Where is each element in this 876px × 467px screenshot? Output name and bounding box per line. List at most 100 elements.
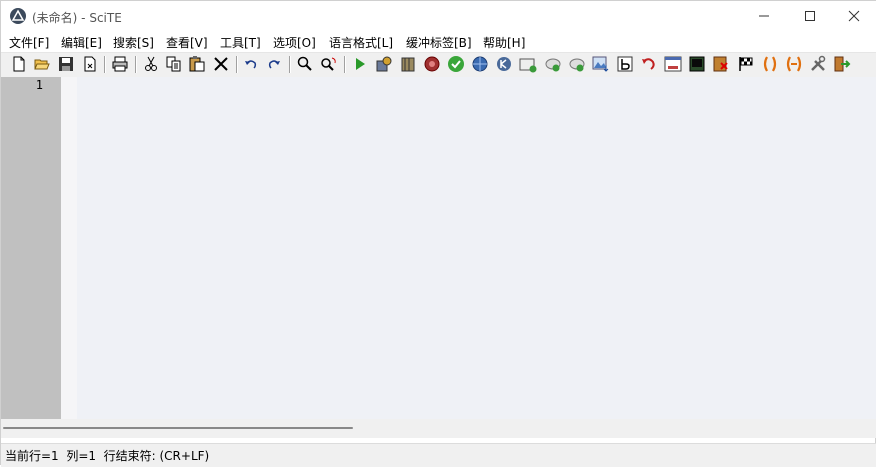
add-window-icon: [519, 58, 537, 73]
maximize-icon: [805, 11, 815, 21]
run-button[interactable]: [351, 55, 369, 73]
close-red-icon: [713, 56, 728, 72]
run-icon: [356, 58, 365, 70]
bold-b-button[interactable]: [616, 55, 634, 73]
image-down-icon: [592, 56, 609, 72]
title-bar[interactable]: (未命名) - SciTE: [1, 1, 876, 31]
stop-button[interactable]: [423, 55, 441, 73]
close-button[interactable]: [831, 1, 876, 31]
cut-icon: [145, 56, 157, 71]
menu-tools[interactable]: 工具[T]: [220, 34, 261, 51]
close-icon: [848, 10, 860, 22]
menu-options[interactable]: 选项[O]: [273, 34, 316, 51]
menu-help[interactable]: 帮助[H]: [483, 34, 525, 51]
copy-icon: [166, 56, 181, 72]
add-cloud2-button[interactable]: [568, 55, 586, 73]
undo-icon: [245, 60, 257, 69]
minimize-button[interactable]: [741, 1, 787, 31]
flag-icon: [739, 57, 753, 71]
close-red-button[interactable]: [712, 55, 730, 73]
replace-icon: [321, 57, 336, 71]
exit-button[interactable]: [833, 55, 851, 73]
redo-button[interactable]: [265, 55, 283, 73]
save-button[interactable]: [57, 55, 75, 73]
tools-button[interactable]: [809, 55, 827, 73]
tools-icon: [811, 55, 826, 71]
menu-view[interactable]: 查看[V]: [166, 34, 208, 51]
paren-button[interactable]: [761, 55, 779, 73]
open-button[interactable]: [33, 55, 51, 73]
toolbar-separator: [289, 56, 291, 73]
paste-icon: [189, 56, 205, 72]
revert-icon: [642, 58, 655, 70]
horizontal-scrollbar[interactable]: [1, 419, 876, 438]
terminal-button[interactable]: [688, 55, 706, 73]
find-icon: [297, 56, 312, 71]
globe-button[interactable]: [471, 55, 489, 73]
toolbar-separator: [344, 56, 346, 73]
window-title: (未命名) - SciTE: [32, 11, 122, 25]
k-button[interactable]: [495, 55, 513, 73]
close-file-button[interactable]: [81, 55, 99, 73]
add-cloud-icon: [545, 58, 561, 72]
menu-file[interactable]: 文件[F]: [9, 34, 49, 51]
add-cloud2-icon: [569, 58, 585, 72]
delete-button[interactable]: [212, 55, 230, 73]
compile-icon: [376, 56, 392, 72]
exit-icon: [834, 56, 851, 72]
menu-edit[interactable]: 编辑[E]: [61, 34, 102, 51]
print-button[interactable]: [111, 55, 129, 73]
add-window-button[interactable]: [519, 55, 537, 73]
save-icon: [59, 57, 73, 71]
paren-icon: [763, 56, 777, 72]
minimize-icon: [759, 15, 769, 17]
paste-button[interactable]: [188, 55, 206, 73]
window-button[interactable]: [664, 55, 682, 73]
paren-minus-button[interactable]: [785, 55, 803, 73]
undo-button[interactable]: [242, 55, 260, 73]
status-text: 当前行=1 列=1 行结束符: (CR+LF): [5, 449, 210, 463]
scite-window: (未命名) - SciTE 文件[F] 编辑[E] 搜索[S] 查看[V] 工具…: [0, 0, 876, 467]
cut-button[interactable]: [142, 55, 160, 73]
window-icon: [664, 56, 682, 72]
menu-bar: 文件[F] 编辑[E] 搜索[S] 查看[V] 工具[T] 选项[O] 语言格式…: [1, 31, 876, 53]
fold-margin[interactable]: [61, 77, 77, 419]
paren-minus-icon: [786, 56, 802, 72]
bold-b-icon: [617, 56, 633, 72]
scrollbar-thumb[interactable]: [3, 427, 353, 429]
new-file-button[interactable]: [10, 55, 28, 73]
build-icon: [401, 57, 415, 72]
delete-icon: [214, 57, 228, 71]
revert-button[interactable]: [640, 55, 658, 73]
menu-language[interactable]: 语言格式[L]: [329, 34, 393, 51]
build-button[interactable]: [399, 55, 417, 73]
image-down-button[interactable]: [592, 55, 610, 73]
redo-icon: [268, 60, 280, 69]
check-icon: [448, 56, 464, 72]
toolbar-separator: [104, 56, 106, 73]
editor-area[interactable]: 1: [1, 77, 876, 419]
new-file-icon: [13, 56, 25, 72]
compile-button[interactable]: [375, 55, 393, 73]
print-icon: [112, 56, 128, 72]
flag-button[interactable]: [737, 55, 755, 73]
stop-icon: [424, 56, 440, 72]
toolbar: [1, 53, 876, 77]
line-number-margin: 1: [1, 77, 61, 419]
k-icon: [497, 57, 511, 71]
globe-icon: [472, 56, 488, 72]
replace-button[interactable]: [320, 55, 338, 73]
scite-app-icon[interactable]: [10, 8, 26, 24]
copy-button[interactable]: [165, 55, 183, 73]
menu-buffers[interactable]: 缓冲标签[B]: [406, 34, 472, 51]
check-button[interactable]: [447, 55, 465, 73]
toolbar-separator: [236, 56, 238, 73]
terminal-icon: [689, 56, 705, 72]
find-button[interactable]: [296, 55, 314, 73]
menu-search[interactable]: 搜索[S]: [113, 34, 154, 51]
line-number: 1: [35, 78, 43, 92]
maximize-button[interactable]: [787, 1, 833, 31]
toolbar-separator: [135, 56, 137, 73]
open-folder-icon: [34, 59, 50, 70]
add-cloud-button[interactable]: [544, 55, 562, 73]
